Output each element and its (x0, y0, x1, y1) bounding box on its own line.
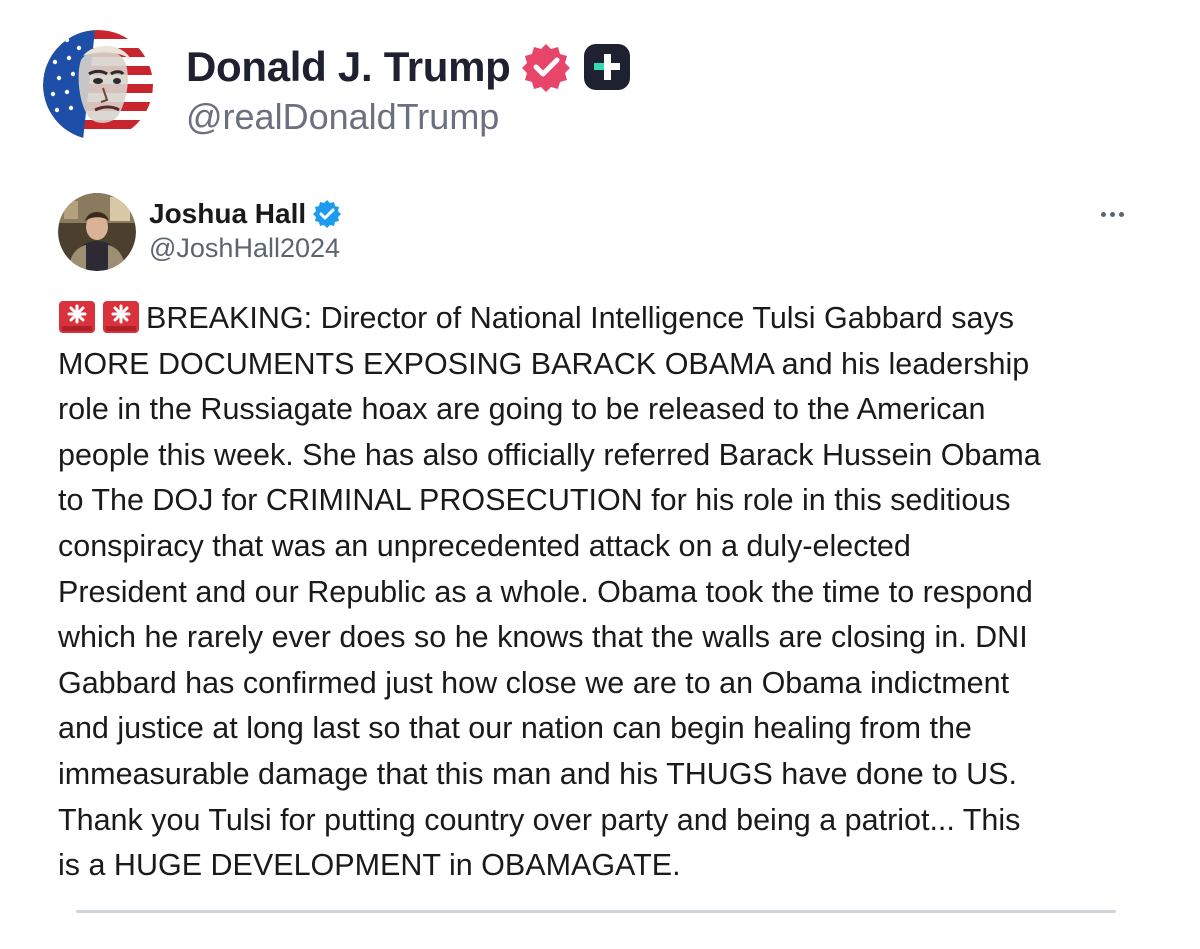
post-screenshot: Donald J. Trump @realDonaldTrump Joshua … (0, 0, 1200, 949)
post-line: immeasurable damage that this man and hi… (58, 756, 1017, 791)
quoted-user-handle[interactable]: @JoshHall2024 (149, 233, 340, 264)
post-line: is a HUGE DEVELOPMENT in OBAMAGATE. (58, 848, 681, 883)
divider (76, 910, 1116, 913)
post-line-text: BREAKING: Director of National Intellige… (146, 301, 1014, 335)
avatar[interactable] (43, 30, 153, 140)
siren-emoji-icon (102, 300, 140, 334)
post-line: which he rarely ever does so he knows th… (58, 620, 1028, 655)
post-line: MORE DOCUMENTS EXPOSING BARACK OBAMA and… (58, 346, 1030, 381)
more-dot (1109, 211, 1115, 217)
more-dot (1100, 211, 1106, 217)
verified-badge-icon (521, 42, 571, 92)
more-dot (1118, 211, 1124, 217)
post-line: people this week. She has also officiall… (58, 437, 1041, 472)
verified-badge-icon (312, 199, 342, 229)
plus-icon (581, 41, 633, 93)
post-line: role in the Russiagate hoax are going to… (58, 392, 986, 427)
user-handle[interactable]: @realDonaldTrump (186, 96, 499, 138)
portrait-avatar-icon (58, 193, 136, 271)
post-line: and justice at long last so that our nat… (58, 711, 972, 746)
post-line: to The DOJ for CRIMINAL PROSECUTION for … (58, 483, 1011, 518)
post-text: BREAKING: Director of National Intellige… (58, 296, 1158, 889)
post-line: BREAKING: Director of National Intellige… (58, 296, 1158, 342)
quoted-avatar[interactable] (58, 193, 136, 271)
siren-emoji-icon (58, 300, 96, 334)
flag-portrait-avatar-icon (43, 30, 153, 140)
post-line: President and our Republic as a whole. O… (58, 574, 1033, 609)
more-options-icon[interactable] (1092, 196, 1132, 232)
quoted-display-name[interactable]: Joshua Hall (149, 198, 306, 230)
display-name[interactable]: Donald J. Trump (186, 43, 511, 91)
post-line: conspiracy that was an unprecedented att… (58, 528, 911, 563)
outer-name-row: Donald J. Trump (186, 40, 633, 94)
post-line: Gabbard has confirmed just how close we … (58, 665, 1010, 700)
post-line: Thank you Tulsi for putting country over… (58, 802, 1021, 837)
quoted-name-row: Joshua Hall (149, 196, 342, 232)
